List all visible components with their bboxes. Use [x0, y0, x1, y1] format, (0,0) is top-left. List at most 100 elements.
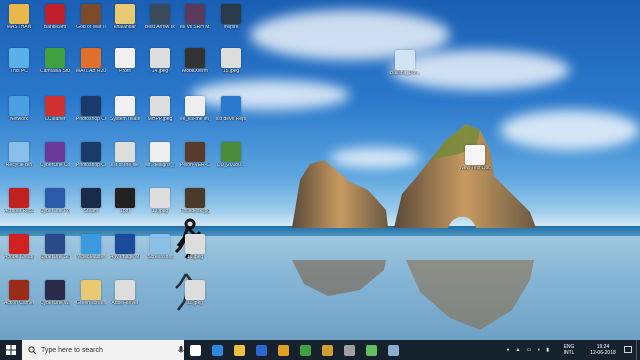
desktop-icon[interactable]: khalandar: [110, 4, 140, 31]
desktop-icon-label: Acrobat Reader DC: [4, 209, 34, 214]
desktop-icon[interactable]: MATLAB R2017a: [76, 48, 106, 75]
desktop-icon[interactable]: 11.jpeg: [180, 280, 210, 307]
edge-taskbar-button[interactable]: [206, 340, 228, 360]
desktop-icon-label: MASTHAN: [6, 25, 32, 30]
photoshop-icon: [81, 96, 101, 116]
language-indicator[interactable]: ENG INTL: [552, 344, 586, 356]
app-gear-taskbar-button[interactable]: [338, 340, 360, 360]
folder-icon: [81, 280, 101, 300]
desktop-icon[interactable]: Acrobat Reader DC: [4, 188, 34, 215]
powerdvd-icon: [45, 188, 65, 208]
chrome-tray-icon[interactable]: ●: [506, 347, 509, 353]
desktop-icon[interactable]: Bandicam: [40, 4, 70, 31]
desktop-icon[interactable]: 14.jpeg: [145, 48, 175, 75]
desktop-icon-label: Inspire: [223, 25, 239, 30]
desktop-icon[interactable]: Green screen: [76, 280, 106, 307]
desktop-icon[interactable]: CyberLink PowerDVD...: [40, 188, 70, 215]
desktop-icon[interactable]: Any Image Manager: [110, 234, 140, 261]
desktop-icon[interactable]: Action Camera 2013: [4, 280, 34, 307]
volume-icon[interactable]: ◖: [537, 347, 540, 353]
desktop-icon[interactable]: Camtasia Studio 8: [40, 48, 70, 75]
app-yellow-taskbar-button[interactable]: [316, 340, 338, 360]
desktop-icon[interactable]: Best Arrow scene E...: [145, 4, 175, 31]
windows-logo-icon: [6, 345, 16, 355]
desktop-icon[interactable]: MobaXterm: [180, 48, 210, 75]
action-center-button[interactable]: [620, 340, 636, 360]
file-explorer-taskbar-button[interactable]: [228, 340, 250, 360]
desktop-icon[interactable]: 15.jpeg: [216, 48, 246, 75]
desktop-icon[interactable]: UD_20180...: [216, 142, 246, 169]
task-view-taskbar-button[interactable]: [184, 340, 206, 360]
camtasia-icon: [45, 48, 65, 68]
taskbar: Type here to search ● ▲ ▭ ◖ ▮ ENG INTL 1…: [0, 340, 640, 360]
desktop-icon[interactable]: Photoshop CC: [76, 142, 106, 169]
wallpaper-cloud: [250, 10, 450, 60]
people-icon[interactable]: ▲: [516, 347, 521, 353]
desktop-icon-label: 13.jpeg: [151, 209, 169, 214]
bandicam-icon: [45, 4, 65, 24]
desktop-icon[interactable]: 10.jpeg: [180, 234, 210, 261]
desktop-icon[interactable]: Mr. designs_ welcome i...: [145, 142, 175, 169]
desktop-icon[interactable]: Adobe Creati...: [4, 234, 34, 261]
desktop-icon[interactable]: Pelon-VER-CIDriver...: [180, 142, 210, 169]
desktop-icon-label: list deve Report: [216, 117, 246, 122]
desktop-icon[interactable]: 1pdf: [110, 188, 140, 215]
show-desktop-button[interactable]: [636, 340, 640, 360]
desktop-icon[interactable]: ek_kill-the lift_the uy...: [180, 96, 210, 123]
desktop-icon[interactable]: Screenshot: [145, 234, 175, 261]
desktop-icon-label: CCleaner: [44, 117, 66, 122]
desktop-icon-label: CyberLink WaveEditor 2: [40, 301, 70, 306]
desktop-icon-label: Photoshop CC.exe: [76, 117, 106, 122]
wallpaper-cloud: [190, 80, 350, 110]
desktop-icon[interactable]: CyberLink ColorDirect...: [40, 142, 70, 169]
desktop-icon[interactable]: CCleaner: [40, 96, 70, 123]
steam-icon: [81, 188, 101, 208]
screenshot-icon: [150, 234, 170, 254]
desktop-icon[interactable]: This PC: [4, 48, 34, 75]
desktop-icon[interactable]: Recycle Bin: [4, 142, 34, 169]
desktop-icon[interactable]: list of the file: [110, 142, 140, 169]
desktop-icon[interactable]: God of War II: [76, 4, 106, 31]
desktop-icon[interactable]: Profit: [110, 48, 140, 75]
battery-icon[interactable]: ▮: [546, 347, 549, 353]
desktop-icon[interactable]: MASTHAN: [4, 4, 34, 31]
image-icon: [150, 188, 170, 208]
desktop-icon[interactable]: MHPP.jpeg: [145, 96, 175, 123]
desktop-icon[interactable]: MI vs SRH Match Hi...: [180, 4, 210, 31]
any-icon: [115, 234, 135, 254]
desktop-icon-label: 15.jpeg: [222, 69, 240, 74]
desktop-icon[interactable]: New Text Document: [460, 145, 490, 172]
desktop-icon[interactable]: list deve Report: [216, 96, 246, 123]
desktop-icon[interactable]: 13.jpeg: [145, 188, 175, 215]
chrome-taskbar-button[interactable]: [272, 340, 294, 360]
desktop-icon-label: 10.jpeg: [186, 255, 204, 260]
desktop-icon[interactable]: CyberLink WaveEditor 2: [40, 280, 70, 307]
image-icon: [115, 4, 135, 24]
store-taskbar-button[interactable]: [250, 340, 272, 360]
app-green-taskbar-button[interactable]: [294, 340, 316, 360]
desktop-icon[interactable]: Pricedesk.jpg: [180, 188, 210, 215]
game-icon: [81, 4, 101, 24]
desktop-icon[interactable]: CyberLink Screen Re...: [40, 234, 70, 261]
app-terminal-taskbar-button[interactable]: [360, 340, 382, 360]
desktop-icon[interactable]: Inspire: [216, 4, 246, 31]
taskbar-search-box[interactable]: Type here to search: [22, 340, 184, 360]
task-view-icon: [189, 344, 201, 356]
desktop-icon[interactable]: System related: [110, 96, 140, 123]
notification-icon: [624, 346, 632, 353]
start-button[interactable]: [0, 340, 22, 360]
cyberlink-icon: [45, 142, 65, 162]
store-icon: [255, 344, 267, 356]
desktop-icon-label: Best Arrow scene E...: [145, 25, 175, 30]
desktop-icon[interactable]: VideoMaster: [76, 234, 106, 261]
app-photo-taskbar-button[interactable]: [382, 340, 404, 360]
document-icon: [115, 96, 135, 116]
network-icon[interactable]: ▭: [526, 347, 531, 353]
desktop-icon[interactable]: Photoshop CC.exe: [76, 96, 106, 123]
desktop-icon[interactable]: AdbeFileVer: [110, 280, 140, 307]
desktop-icon[interactable]: Bullshit_Dot...: [390, 50, 420, 77]
clock[interactable]: 19:24 12-06-2018: [586, 344, 620, 356]
desktop-icon[interactable]: Network: [4, 96, 34, 123]
desktop-icon[interactable]: Steam: [76, 188, 106, 215]
video-thumb-icon: [185, 4, 205, 24]
